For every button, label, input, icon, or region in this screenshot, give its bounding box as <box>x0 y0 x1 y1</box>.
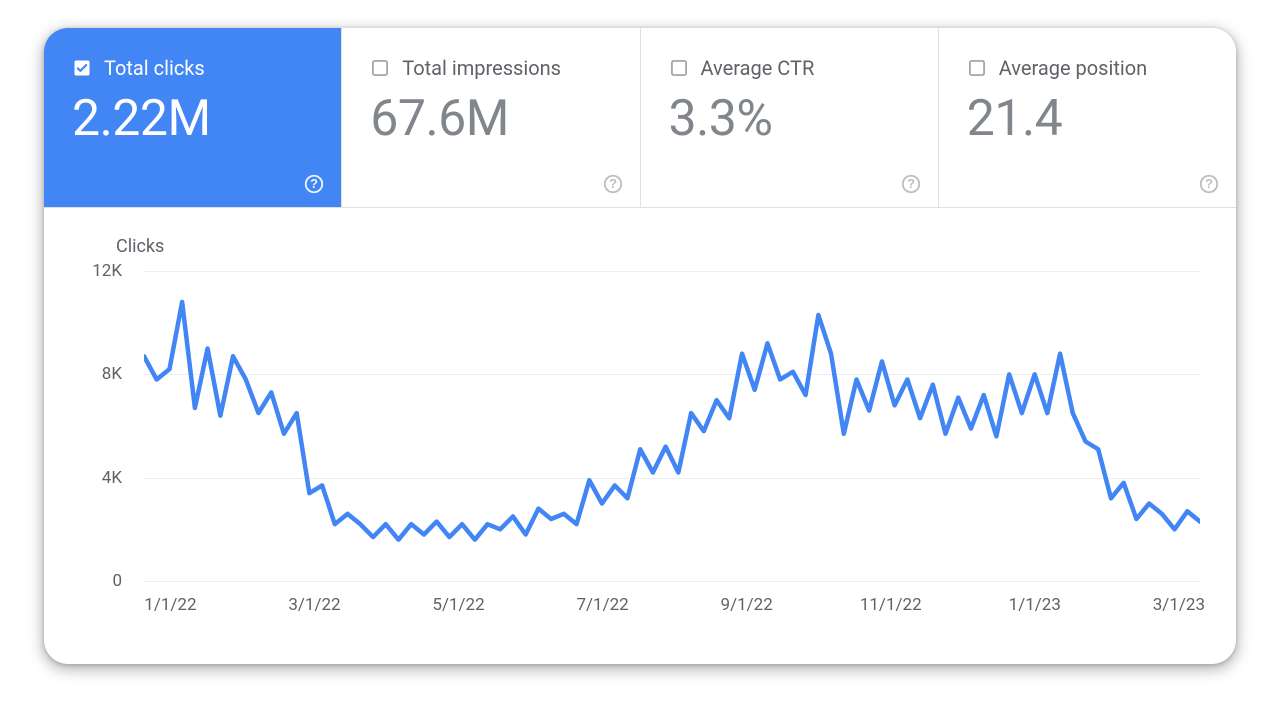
y-axis: 04K8K12K <box>72 271 136 581</box>
checkbox-unchecked-icon[interactable] <box>669 58 689 78</box>
svg-text:?: ? <box>1205 176 1213 191</box>
y-tick: 0 <box>112 571 122 591</box>
help-icon[interactable]: ? <box>303 173 325 195</box>
metric-impressions[interactable]: Total impressions 67.6M? <box>342 28 640 207</box>
metric-ctr[interactable]: Average CTR 3.3%? <box>641 28 939 207</box>
x-tick: 5/1/22 <box>432 595 484 615</box>
metric-selector: Total clicks 2.22M? Total impressions 67.6M… <box>44 28 1236 208</box>
metric-label: Average position <box>999 56 1147 80</box>
x-tick: 9/1/22 <box>721 595 773 615</box>
y-tick: 8K <box>102 364 122 384</box>
help-icon[interactable]: ? <box>900 173 922 195</box>
checkbox-unchecked-icon[interactable] <box>370 58 390 78</box>
y-tick: 4K <box>102 468 122 488</box>
chart-title: Clicks <box>116 236 1208 257</box>
x-tick: 1/1/23 <box>1009 595 1061 615</box>
svg-text:?: ? <box>907 176 915 191</box>
x-tick: 1/1/22 <box>144 595 196 615</box>
checkbox-checked-icon[interactable] <box>72 58 92 78</box>
metric-label: Average CTR <box>701 56 815 80</box>
x-tick: 3/1/23 <box>1153 595 1205 615</box>
y-tick: 12K <box>92 261 122 281</box>
metric-value: 21.4 <box>967 90 1212 148</box>
metric-position[interactable]: Average position 21.4? <box>939 28 1236 207</box>
help-icon[interactable]: ? <box>602 173 624 195</box>
x-axis: 1/1/22 3/1/22 5/1/22 7/1/22 9/1/22 11/1/22 1/1… <box>144 585 1200 621</box>
x-tick: 7/1/22 <box>576 595 628 615</box>
clicks-line-series <box>144 271 1200 581</box>
chart-area: Clicks 0 4K 8K 12K 1/1/22 3/1/22 5/1/22 7/1/22… <box>44 208 1236 664</box>
chart-plot[interactable]: 04K8K12K 1/1/223/1/225/1/227/1/229/1/221… <box>72 271 1208 621</box>
x-tick: 3/1/22 <box>288 595 340 615</box>
metric-label: Total impressions <box>402 56 561 80</box>
svg-text:?: ? <box>609 176 617 191</box>
metric-value: 67.6M <box>370 90 615 148</box>
checkbox-unchecked-icon[interactable] <box>967 58 987 78</box>
svg-text:?: ? <box>310 176 318 191</box>
metric-clicks[interactable]: Total clicks 2.22M? <box>44 28 342 207</box>
help-icon[interactable]: ? <box>1198 173 1220 195</box>
performance-card: Total clicks 2.22M? Total impressions 67.6M… <box>44 28 1236 664</box>
metric-value: 2.22M <box>72 90 317 148</box>
x-tick: 11/1/22 <box>860 595 922 615</box>
metric-value: 3.3% <box>669 90 914 148</box>
metric-label: Total clicks <box>104 56 205 80</box>
